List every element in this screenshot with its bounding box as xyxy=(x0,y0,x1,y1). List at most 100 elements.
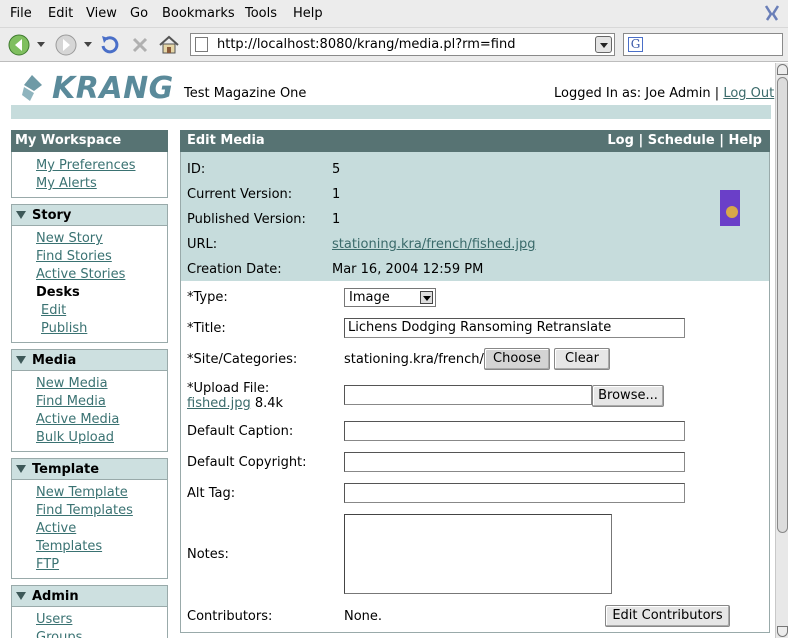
krang-logo-icon xyxy=(22,75,42,101)
story-section-header[interactable]: Story xyxy=(11,204,168,226)
menu-view[interactable]: View xyxy=(86,6,117,21)
contributors-label: Contributors: xyxy=(187,609,273,624)
upload-file-link[interactable]: fished.jpg xyxy=(187,396,251,411)
clear-button[interactable]: Clear xyxy=(554,348,610,370)
menu-go[interactable]: Go xyxy=(130,6,148,21)
help-link[interactable]: Help xyxy=(729,133,762,148)
browser-toolbar: http://localhost:8080/krang/media.pl?rm=… xyxy=(0,28,788,62)
forward-dropdown-icon[interactable] xyxy=(84,42,92,47)
login-info: Logged In as: Joe Admin | Log Out xyxy=(554,86,774,101)
browser-throbber-icon xyxy=(764,5,780,21)
new-media-link[interactable]: New Media xyxy=(12,375,167,393)
menu-help[interactable]: Help xyxy=(293,6,323,21)
url-text[interactable]: http://localhost:8080/krang/media.pl?rm=… xyxy=(217,37,515,52)
workspace-header: My Workspace xyxy=(11,130,168,152)
my-preferences-link[interactable]: My Preferences xyxy=(12,157,167,175)
story-section-title: Story xyxy=(32,208,72,223)
menu-edit[interactable]: Edit xyxy=(48,6,73,21)
url-link[interactable]: stationing.kra/french/fished.jpg xyxy=(332,237,536,252)
upload-file-input[interactable] xyxy=(344,385,592,405)
scroll-down-icon[interactable] xyxy=(777,626,788,637)
choose-button[interactable]: Choose xyxy=(484,348,550,370)
notes-textarea[interactable] xyxy=(344,514,612,594)
chevron-down-icon xyxy=(420,291,433,304)
menu-bookmarks[interactable]: Bookmarks xyxy=(162,6,235,21)
collapse-triangle-icon xyxy=(16,464,26,473)
edit-media-form: *Type: Image *Title: Lichens Dodging Ran… xyxy=(180,281,770,633)
upload-file-size: 8.4k xyxy=(254,396,284,411)
contributors-value: None. xyxy=(344,609,383,624)
scrollbar-thumb[interactable] xyxy=(777,77,788,533)
template-section-title: Template xyxy=(32,462,100,477)
my-alerts-link[interactable]: My Alerts xyxy=(12,175,167,193)
back-dropdown-icon[interactable] xyxy=(37,42,45,47)
current-version-value: 1 xyxy=(332,187,341,202)
creation-date-value: Mar 16, 2004 12:59 PM xyxy=(332,262,484,277)
default-caption-label: Default Caption: xyxy=(187,424,294,439)
creation-date-label: Creation Date: xyxy=(187,262,282,277)
url-bar[interactable]: http://localhost:8080/krang/media.pl?rm=… xyxy=(190,33,615,56)
logout-link[interactable]: Log Out xyxy=(723,86,774,101)
new-story-link[interactable]: New Story xyxy=(12,230,167,248)
find-media-link[interactable]: Find Media xyxy=(12,393,167,411)
id-label: ID: xyxy=(187,162,206,177)
menu-tools[interactable]: Tools xyxy=(245,6,277,21)
link-separator: | xyxy=(638,133,648,148)
collapse-triangle-icon xyxy=(16,355,26,364)
admin-section-header[interactable]: Admin xyxy=(11,585,168,607)
template-section-header[interactable]: Template xyxy=(11,458,168,480)
ftp-link[interactable]: FTP xyxy=(12,556,167,574)
forward-icon[interactable] xyxy=(54,33,78,57)
media-thumbnail[interactable] xyxy=(720,190,740,226)
default-copyright-label: Default Copyright: xyxy=(187,455,307,470)
edit-media-panel: Edit Media Log | Schedule | Help ID: 5 C… xyxy=(180,130,770,633)
title-label: *Title: xyxy=(187,321,226,336)
find-stories-link[interactable]: Find Stories xyxy=(12,248,167,266)
title-input[interactable]: Lichens Dodging Ransoming Retranslate xyxy=(344,318,685,338)
url-history-dropdown-icon[interactable] xyxy=(595,36,612,53)
header-band xyxy=(11,105,771,119)
header-links: Log | Schedule | Help xyxy=(607,130,762,152)
stop-icon[interactable] xyxy=(128,33,152,57)
users-link[interactable]: Users xyxy=(12,611,167,629)
site-name: Test Magazine One xyxy=(184,86,307,101)
browse-button[interactable]: Browse... xyxy=(592,385,664,407)
id-value: 5 xyxy=(332,162,341,177)
default-caption-input[interactable] xyxy=(344,421,685,441)
google-icon: G xyxy=(628,37,643,52)
find-templates-link[interactable]: Find Templates xyxy=(12,502,167,520)
schedule-link[interactable]: Schedule xyxy=(648,133,715,148)
notes-label: Notes: xyxy=(187,547,229,562)
search-bar[interactable]: G xyxy=(623,33,783,56)
site-categories-label: *Site/Categories: xyxy=(187,352,298,367)
active-stories-link[interactable]: Active Stories xyxy=(12,266,167,284)
page-scrollbar[interactable] xyxy=(775,63,788,638)
upload-file-label: *Upload File: xyxy=(187,381,270,396)
workspace-links: My Preferences My Alerts xyxy=(11,152,168,198)
media-section-header[interactable]: Media xyxy=(11,349,168,371)
desks-edit-link[interactable]: Edit xyxy=(12,302,167,320)
active-templates-link[interactable]: Active xyxy=(12,520,167,538)
reload-icon[interactable] xyxy=(98,33,122,57)
default-copyright-input[interactable] xyxy=(344,452,685,472)
bulk-upload-link[interactable]: Bulk Upload xyxy=(12,429,167,447)
edit-contributors-button[interactable]: Edit Contributors xyxy=(605,605,730,627)
back-icon[interactable] xyxy=(7,33,31,57)
scroll-up-icon[interactable] xyxy=(777,64,788,75)
menu-file[interactable]: File xyxy=(10,6,32,21)
type-select-value: Image xyxy=(349,290,390,305)
story-section-list: New Story Find Stories Active Stories De… xyxy=(11,226,168,343)
home-icon[interactable] xyxy=(157,33,181,57)
log-link[interactable]: Log xyxy=(607,133,634,148)
url-label: URL: xyxy=(187,237,218,252)
page-title: Edit Media xyxy=(187,133,265,148)
new-template-link[interactable]: New Template xyxy=(12,484,167,502)
url-value-link[interactable]: stationing.kra/french/fished.jpg xyxy=(332,235,536,255)
alt-tag-input[interactable] xyxy=(344,483,685,503)
active-templates-link-line2[interactable]: Templates xyxy=(12,538,167,556)
type-select[interactable]: Image xyxy=(344,288,436,307)
active-media-link[interactable]: Active Media xyxy=(12,411,167,429)
groups-link[interactable]: Groups xyxy=(12,629,167,638)
published-version-value: 1 xyxy=(332,212,341,227)
desks-publish-link[interactable]: Publish xyxy=(12,320,167,338)
